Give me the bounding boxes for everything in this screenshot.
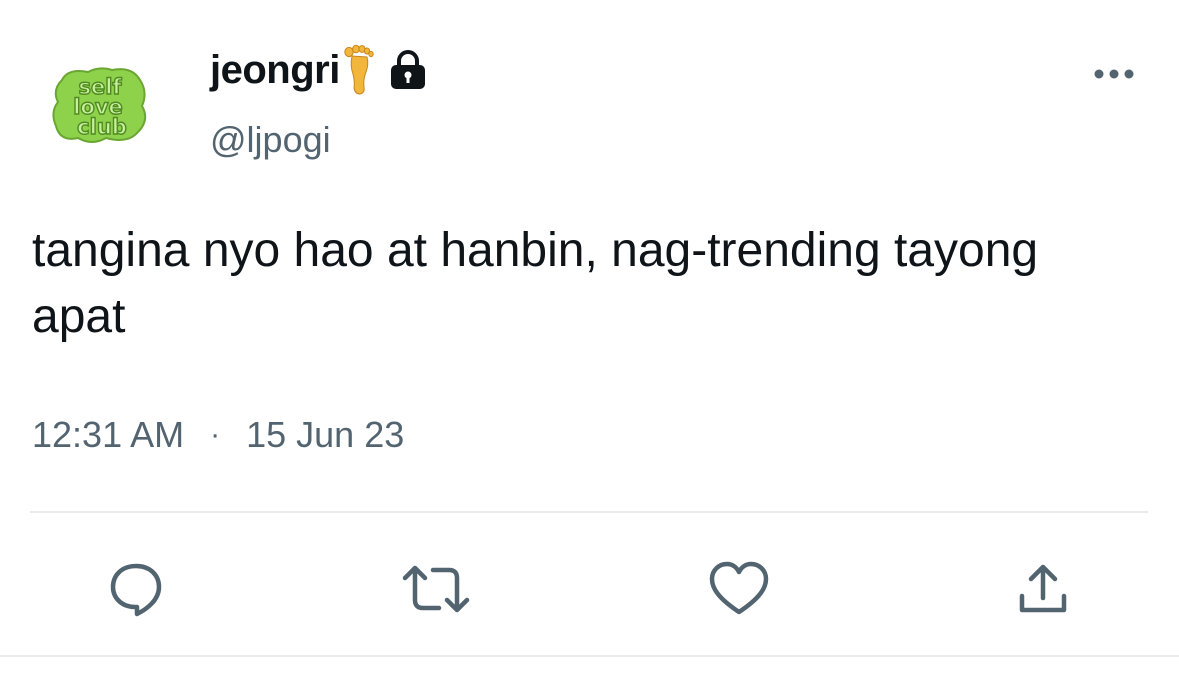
retweet-icon <box>402 565 470 613</box>
tweet-action-bar <box>0 548 1179 628</box>
tweet-date[interactable]: 15 Jun 23 <box>246 410 404 460</box>
display-name[interactable]: jeongri <box>210 42 340 98</box>
share-icon <box>1019 564 1067 613</box>
lock-icon <box>388 48 428 92</box>
meta-separator: · <box>210 418 221 451</box>
retweet-button[interactable] <box>401 554 471 624</box>
author-handle[interactable]: @ljpogi <box>210 116 331 164</box>
like-button[interactable] <box>704 554 774 624</box>
avatar[interactable]: self love club <box>48 62 152 146</box>
divider <box>30 511 1148 513</box>
reply-icon <box>110 563 162 617</box>
heart-icon <box>709 561 769 615</box>
svg-text:club: club <box>77 115 127 139</box>
tweet-card: self love club jeongri @ljpogi tangina n… <box>0 0 1179 675</box>
more-options-button[interactable] <box>1088 56 1140 92</box>
foot-icon <box>344 44 374 96</box>
tweet-text: tangina nyo hao at hanbin, nag-trending … <box>32 224 1039 343</box>
share-button[interactable] <box>1008 554 1078 624</box>
tweet-time[interactable]: 12:31 AM <box>32 410 184 460</box>
author-display-name-row[interactable]: jeongri <box>210 42 428 98</box>
reply-button[interactable] <box>101 554 171 624</box>
more-dots-icon <box>1094 69 1134 79</box>
self-love-club-logo: self love club <box>52 67 147 143</box>
tweet-timestamp[interactable]: 12:31 AM · 15 Jun 23 <box>32 410 404 460</box>
bottom-divider <box>0 655 1179 657</box>
